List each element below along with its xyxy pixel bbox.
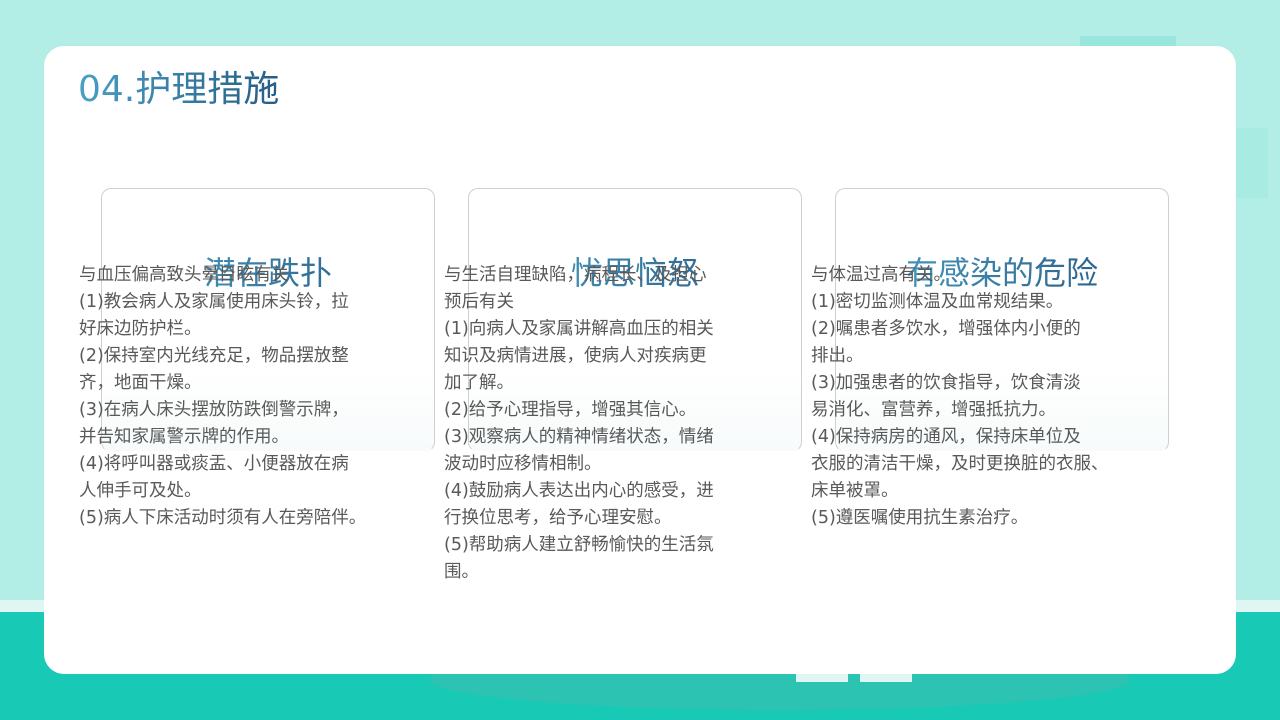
text-line: (4)将呼叫器或痰盂、小便器放在病 bbox=[79, 454, 349, 474]
text-line: 床单被罩。 bbox=[811, 481, 899, 501]
text-line: 排出。 bbox=[811, 346, 864, 366]
text-line: 易消化、富营养，增强抵抗力。 bbox=[811, 400, 1056, 420]
page-title: 04.护理措施 bbox=[78, 66, 279, 114]
text-line: 围。 bbox=[444, 562, 479, 582]
text-line: (2)给予心理指导，增强其信心。 bbox=[444, 400, 697, 420]
text-line: (3)在病人床头摆放防跌倒警示牌， bbox=[79, 400, 349, 420]
decor-square bbox=[1236, 128, 1268, 198]
text-line: (5)帮助病人建立舒畅愉快的生活氛 bbox=[444, 535, 714, 555]
text-line: 预后有关 bbox=[444, 292, 514, 312]
text-line: 好床边防护栏。 bbox=[79, 319, 202, 339]
text-line: 衣服的清洁干燥，及时更换脏的衣服、 bbox=[811, 454, 1109, 474]
text-line: 波动时应移情相制。 bbox=[444, 454, 602, 474]
text-line: (1)教会病人及家属使用床头铃，拉 bbox=[79, 292, 349, 312]
text-line: 知识及病情进展，使病人对疾病更 bbox=[444, 346, 707, 366]
text-line: (1)密切监测体温及血常规结果。 bbox=[811, 292, 1064, 312]
text-line: (4)保持病房的通风，保持床单位及 bbox=[811, 427, 1081, 447]
section-text-fall-risk: 与血压偏高致头晕目眩有关 (1)教会病人及家属使用床头铃，拉 好床边防护栏。 (… bbox=[79, 262, 379, 532]
text-line: (1)向病人及家属讲解高血压的相关 bbox=[444, 319, 714, 339]
text-line: (2)保持室内光线充足，物品摆放整 bbox=[79, 346, 349, 366]
text-line: 行换位思考，给予心理安慰。 bbox=[444, 508, 672, 528]
text-line: (2)嘱患者多饮水，增强体内小便的 bbox=[811, 319, 1081, 339]
text-line: 齐，地面干燥。 bbox=[79, 373, 202, 393]
text-line: (3)观察病人的精神情绪状态，情绪 bbox=[444, 427, 714, 447]
text-line: 加了解。 bbox=[444, 373, 514, 393]
section-text-infection-risk: 与体温过高有关。 (1)密切监测体温及血常规结果。 (2)嘱患者多饮水，增强体内… bbox=[811, 262, 1131, 532]
text-line: (5)遵医嘱使用抗生素治疗。 bbox=[811, 508, 1029, 528]
text-line: (5)病人下床活动时须有人在旁陪伴。 bbox=[79, 508, 367, 528]
text-line: 并告知家属警示牌的作用。 bbox=[79, 427, 289, 447]
text-line: (4)鼓励病人表达出内心的感受，进 bbox=[444, 481, 714, 501]
text-line: (3)加强患者的饮食指导，饮食清淡 bbox=[811, 373, 1081, 393]
section-text-anxiety: 与生活自理缺陷，病程长、及担心 预后有关 (1)向病人及家属讲解高血压的相关 知… bbox=[444, 262, 736, 586]
text-line: 与生活自理缺陷，病程长、及担心 bbox=[444, 265, 707, 285]
text-line: 与体温过高有关。 bbox=[811, 265, 951, 285]
text-line: 人伸手可及处。 bbox=[79, 481, 202, 501]
text-line: 与血压偏高致头晕目眩有关 bbox=[79, 265, 289, 285]
